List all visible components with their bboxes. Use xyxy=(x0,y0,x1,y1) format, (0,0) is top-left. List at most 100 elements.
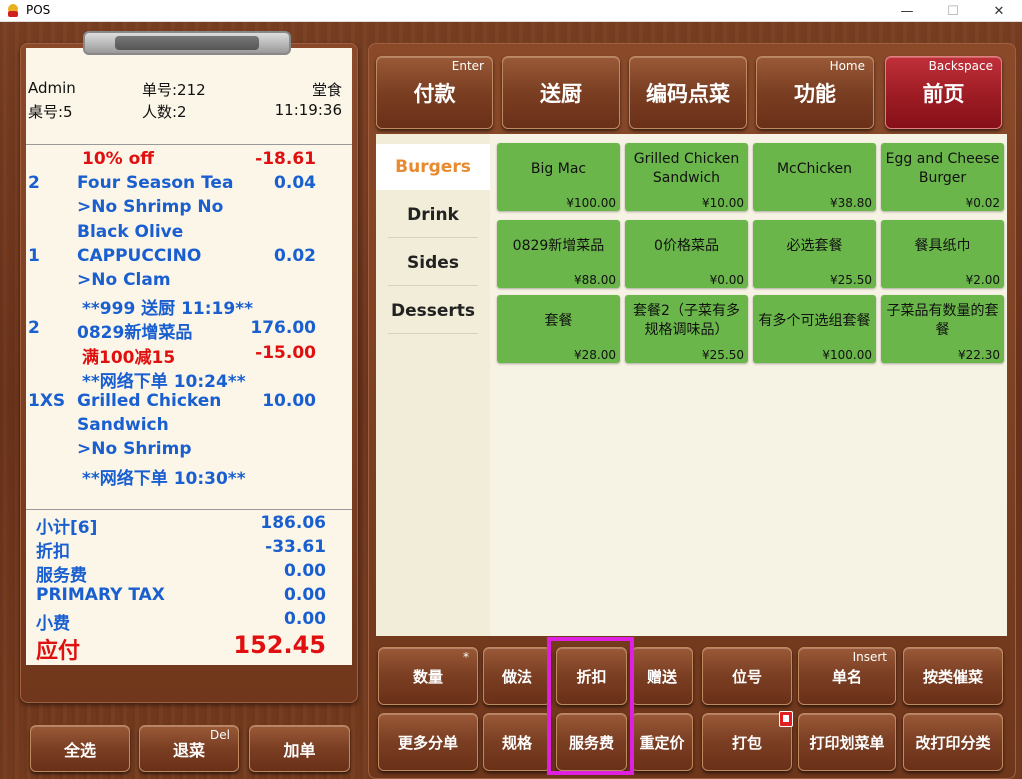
menu-item-name: McChicken xyxy=(776,160,853,177)
category-sides[interactable]: Sides xyxy=(388,240,478,286)
menu-item-price: ¥10.00 xyxy=(702,196,744,210)
line-quantity: 2 xyxy=(28,318,40,339)
more-split-button[interactable]: 更多分单 xyxy=(378,713,478,771)
shortcut-hint: * xyxy=(463,650,469,664)
menu-item-name: Big Mac xyxy=(530,160,587,177)
total-label: 小计[6] xyxy=(36,518,98,538)
menu-item[interactable]: 0价格菜品 ¥0.00 xyxy=(625,220,748,288)
order-name-button[interactable]: Insert 单名 xyxy=(798,647,896,705)
send-kitchen-button[interactable]: 送厨 xyxy=(502,56,620,129)
menu-item[interactable]: 套餐2（子菜有多规格调味品） ¥25.50 xyxy=(625,295,748,363)
amount-due-label: 应付 xyxy=(36,639,81,664)
total-label: 小费 xyxy=(36,614,70,634)
window-title: POS xyxy=(26,3,51,17)
menu-item-name: 必选套餐 xyxy=(786,237,843,254)
menu-item[interactable]: Big Mac ¥100.00 xyxy=(497,143,620,211)
line-price: -18.61 xyxy=(255,149,316,169)
reprice-button[interactable]: 重定价 xyxy=(631,713,693,771)
menu-item-name: 餐具纸巾 xyxy=(914,237,971,254)
menu-item-name: 0829新增菜品 xyxy=(512,237,605,254)
menu-item[interactable]: 子菜品有数量的套餐 ¥22.30 xyxy=(881,295,1004,363)
menu-item[interactable]: McChicken ¥38.80 xyxy=(753,143,876,211)
total-value: 0.00 xyxy=(284,609,326,629)
header-divider xyxy=(26,144,352,145)
line-modifier: >No Shrimp xyxy=(77,439,192,460)
maximize-button[interactable]: ☐ xyxy=(930,0,976,22)
total-value: 186.06 xyxy=(260,513,326,533)
menu-item-price: ¥0.02 xyxy=(965,196,1000,210)
menu-item-name: 套餐2（子菜有多规格调味品） xyxy=(633,303,740,338)
line-item-name: Four Season Tea xyxy=(77,173,234,194)
button-label: 规格 xyxy=(501,733,532,752)
category-burgers[interactable]: Burgers xyxy=(376,144,490,190)
line-note: **网络下单 10:24** xyxy=(82,371,246,392)
button-label: 重定价 xyxy=(639,733,685,752)
line-modifier: Black Olive xyxy=(77,221,184,242)
line-price: 176.00 xyxy=(250,318,316,339)
close-button[interactable]: ✕ xyxy=(976,0,1022,22)
total-label: PRIMARY TAX xyxy=(36,585,165,605)
category-desserts[interactable]: Desserts xyxy=(388,288,478,334)
button-label: 折扣 xyxy=(576,667,607,686)
order-time: 11:19:36 xyxy=(274,101,342,119)
menu-item-name: Egg and Cheese Burger xyxy=(885,151,1000,186)
line-item-name: Grilled Chicken xyxy=(77,391,222,411)
button-label: 打印划菜单 xyxy=(809,733,885,752)
minimize-button[interactable]: — xyxy=(884,0,930,22)
button-label: 做法 xyxy=(501,667,532,686)
button-label: 数量 xyxy=(412,667,443,686)
service-fee-button[interactable]: 服务费 xyxy=(556,713,627,771)
line-note: **网络下单 10:30** xyxy=(82,468,246,489)
guest-count: 人数:2 xyxy=(142,103,187,121)
menu-item[interactable]: 餐具纸巾 ¥2.00 xyxy=(881,220,1004,288)
gift-button[interactable]: 赠送 xyxy=(631,647,693,705)
menu-item[interactable]: 0829新增菜品 ¥88.00 xyxy=(497,220,620,288)
menu-item[interactable]: Grilled Chicken Sandwich ¥10.00 xyxy=(625,143,748,211)
code-order-button[interactable]: 编码点菜 xyxy=(629,56,747,129)
functions-button[interactable]: Home 功能 xyxy=(756,56,874,129)
menu-item[interactable]: 必选套餐 ¥25.50 xyxy=(753,220,876,288)
select-all-button[interactable]: 全选 xyxy=(30,725,130,772)
package-badge-icon xyxy=(779,711,793,727)
menu-item-price: ¥2.00 xyxy=(965,273,1000,287)
add-order-button[interactable]: 加单 xyxy=(249,725,350,772)
menu-item[interactable]: 套餐 ¥28.00 xyxy=(497,295,620,363)
button-label: 位号 xyxy=(731,667,762,686)
line-quantity: 1 xyxy=(28,245,40,266)
menu-item-name: 0价格菜品 xyxy=(654,237,719,254)
previous-page-button[interactable]: Backspace 前页 xyxy=(885,56,1002,129)
menu-item-price: ¥25.50 xyxy=(702,348,744,362)
line-discount-name: 10% off xyxy=(82,149,155,169)
line-price: 0.02 xyxy=(274,245,316,266)
line-price: 10.00 xyxy=(262,391,316,411)
menu-item-price: ¥88.00 xyxy=(574,273,616,287)
table-number: 桌号:5 xyxy=(28,103,73,121)
discount-button[interactable]: 折扣 xyxy=(556,647,627,705)
menu-item-price: ¥28.00 xyxy=(574,348,616,362)
line-quantity: 1XS xyxy=(28,391,66,411)
total-value: 0.00 xyxy=(284,561,326,581)
print-checklist-button[interactable]: 打印划菜单 xyxy=(798,713,896,771)
total-value: -33.61 xyxy=(265,537,326,557)
button-label: 按类催菜 xyxy=(922,667,983,686)
rush-by-category-button[interactable]: 按类催菜 xyxy=(903,647,1003,705)
order-number: 单号:212 xyxy=(142,81,206,99)
change-print-category-button[interactable]: 改打印分类 xyxy=(903,713,1003,771)
button-label: 改打印分类 xyxy=(915,733,991,752)
total-label: 折扣 xyxy=(36,542,70,562)
menu-item-name: 套餐 xyxy=(544,312,573,329)
category-drink[interactable]: Drink xyxy=(388,192,478,238)
method-button[interactable]: 做法 xyxy=(483,647,551,705)
quantity-button[interactable]: * 数量 xyxy=(378,647,478,705)
menu-item[interactable]: Egg and Cheese Burger ¥0.02 xyxy=(881,143,1004,211)
menu-item-name: 子菜品有数量的套餐 xyxy=(886,303,999,338)
menu-item[interactable]: 有多个可选组套餐 ¥100.00 xyxy=(753,295,876,363)
line-discount-name: 满100减15 xyxy=(82,347,176,368)
pay-button[interactable]: Enter 付款 xyxy=(376,56,493,129)
button-label: 更多分单 xyxy=(397,733,458,752)
spec-button[interactable]: 规格 xyxy=(483,713,551,771)
line-item-name: CAPPUCCINO xyxy=(77,245,202,266)
button-label: 赠送 xyxy=(646,667,677,686)
seat-button[interactable]: 位号 xyxy=(702,647,792,705)
void-item-button[interactable]: Del 退菜 xyxy=(139,725,239,772)
